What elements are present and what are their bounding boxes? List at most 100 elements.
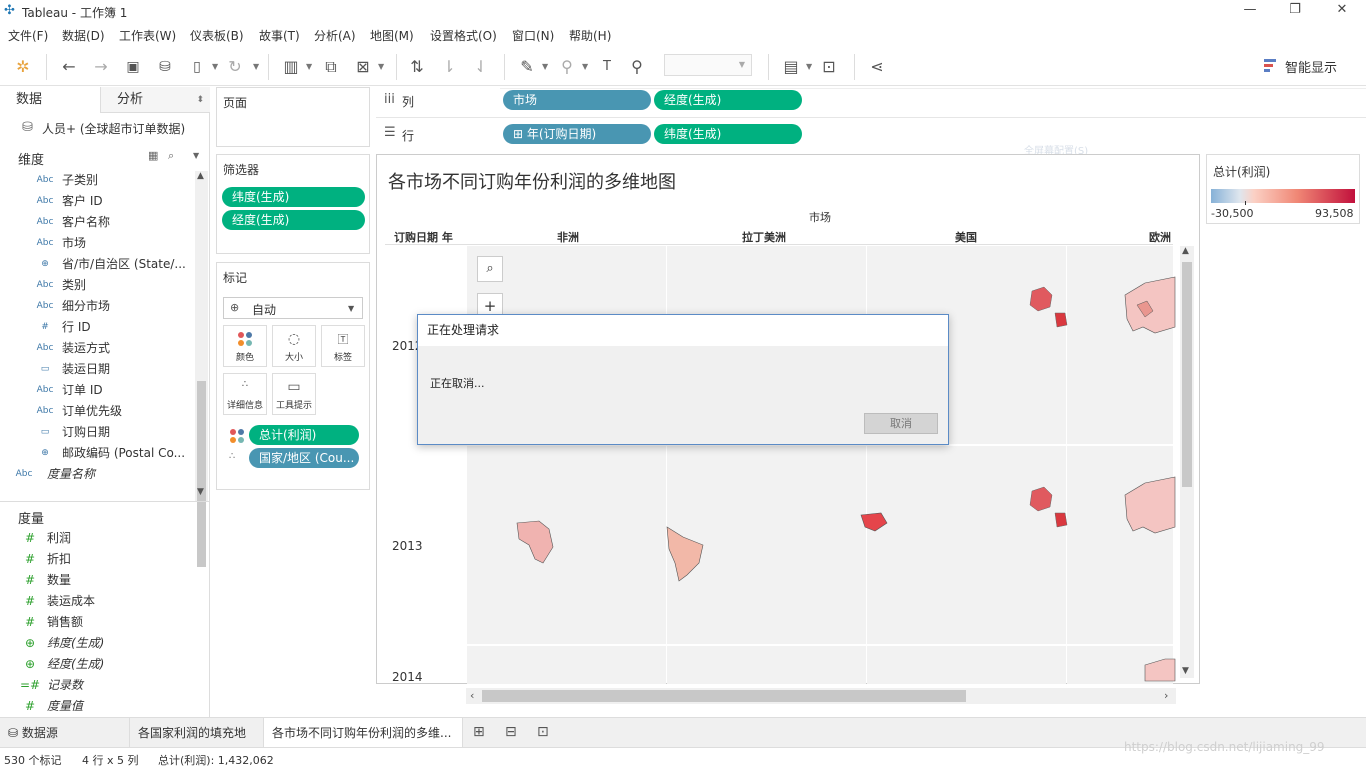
- tableau-home-icon[interactable]: ✲: [12, 56, 34, 78]
- scrollbar-thumb[interactable]: [197, 381, 206, 567]
- menu-story[interactable]: 故事(T): [259, 27, 300, 44]
- tab-sheet-1[interactable]: 各国家利润的填充地图: [129, 718, 262, 768]
- dimension-field[interactable]: ▭ 订购日期: [0, 422, 195, 443]
- menu-format[interactable]: 设置格式(O): [430, 27, 497, 44]
- filter-pill-longitude[interactable]: 经度(生成): [222, 210, 365, 230]
- measure-field[interactable]: # 销售额: [0, 612, 195, 633]
- new-datasource-icon[interactable]: ⛁: [154, 56, 176, 78]
- new-worksheet-icon[interactable]: ⊞: [473, 724, 485, 740]
- dimensions-scrollbar[interactable]: ▲ ▼: [195, 171, 208, 567]
- menu-dashboard[interactable]: 仪表板(B): [190, 27, 244, 44]
- search-icon[interactable]: ⌕: [168, 149, 174, 163]
- dimension-field[interactable]: # 行 ID: [0, 317, 195, 338]
- scroll-up-icon[interactable]: ▲: [1182, 246, 1189, 256]
- group-members-icon[interactable]: ⚲: [556, 56, 578, 78]
- pages-card[interactable]: 页面: [216, 87, 370, 147]
- dimension-field[interactable]: ⊕ 省/市/自治区 (State/...: [0, 254, 195, 275]
- chevron-down-icon[interactable]: ▼: [306, 62, 312, 71]
- tooltip-button[interactable]: ▭ 工具提示: [272, 373, 316, 415]
- minimize-button[interactable]: —: [1240, 2, 1260, 20]
- columns-pill-market[interactable]: 市场: [503, 90, 651, 110]
- chevron-down-icon[interactable]: ▼: [212, 62, 218, 71]
- tab-datasource[interactable]: ⛁ 数据源: [0, 718, 128, 748]
- dimension-field[interactable]: Abc 客户名称: [0, 212, 195, 233]
- chevron-down-icon[interactable]: ▼: [378, 62, 384, 71]
- pause-updates-icon[interactable]: ▯: [186, 56, 208, 78]
- datasource-name[interactable]: 人员+ (全球超市订单数据): [42, 120, 185, 137]
- dimension-field[interactable]: Abc 订单 ID: [0, 380, 195, 401]
- measure-field[interactable]: # 数量: [0, 570, 195, 591]
- measure-field[interactable]: ⊕ 纬度(生成): [0, 633, 195, 654]
- size-button[interactable]: ◌ 大小: [272, 325, 316, 367]
- filter-pill-latitude[interactable]: 纬度(生成): [222, 187, 365, 207]
- scroll-up-icon[interactable]: ▲: [197, 171, 204, 181]
- dimension-field[interactable]: Abc 类别: [0, 275, 195, 296]
- new-dashboard-icon[interactable]: ⊟: [505, 724, 517, 740]
- label-button[interactable]: 🅃 标签: [321, 325, 365, 367]
- menu-analysis[interactable]: 分析(A): [314, 27, 356, 44]
- columns-pill-longitude[interactable]: 经度(生成): [654, 90, 802, 110]
- menu-worksheet[interactable]: 工作表(W): [119, 27, 176, 44]
- rows-pill-order-year[interactable]: ⊞ 年(订购日期): [503, 124, 651, 144]
- chevron-down-icon[interactable]: ▼: [542, 62, 548, 71]
- show-labels-icon[interactable]: T: [596, 56, 618, 78]
- swap-rows-columns-icon[interactable]: ⇅: [406, 56, 428, 78]
- restore-button[interactable]: ❐: [1285, 2, 1305, 20]
- measure-field[interactable]: =# 记录数: [0, 675, 195, 696]
- duplicate-sheet-icon[interactable]: ⧉: [320, 56, 342, 78]
- fit-dropdown[interactable]: ▼: [664, 54, 752, 76]
- chevron-down-icon[interactable]: ▼: [193, 151, 199, 160]
- dimension-field[interactable]: ▭ 装运日期: [0, 359, 195, 380]
- close-button[interactable]: ✕: [1332, 2, 1352, 20]
- measure-names-field[interactable]: Abc 度量名称: [0, 464, 195, 485]
- mark-pill-profit[interactable]: 总计(利润): [249, 425, 359, 445]
- chevron-down-icon[interactable]: ▼: [806, 62, 812, 71]
- tab-data[interactable]: 数据: [0, 87, 100, 113]
- color-button[interactable]: 颜色: [223, 325, 267, 367]
- scrollbar-thumb[interactable]: [482, 690, 966, 702]
- detail-button[interactable]: ∴ 详细信息: [223, 373, 267, 415]
- sort-ascending-icon[interactable]: ⇂: [438, 56, 460, 78]
- horizontal-scrollbar[interactable]: ‹ ›: [466, 688, 1176, 704]
- dimension-field[interactable]: Abc 子类别: [0, 170, 195, 191]
- cancel-button[interactable]: 取消: [864, 413, 938, 434]
- highlight-icon[interactable]: ✎: [516, 56, 538, 78]
- filters-card[interactable]: 筛选器 纬度(生成) 经度(生成): [216, 154, 370, 254]
- menu-data[interactable]: 数据(D): [62, 27, 105, 44]
- measure-field[interactable]: # 装运成本: [0, 591, 195, 612]
- mark-pill-country[interactable]: 国家/地区 (Cou...: [249, 448, 359, 468]
- list-view-icon[interactable]: ▦: [148, 149, 158, 162]
- dimension-field[interactable]: ⊕ 邮政编码 (Postal Co...: [0, 443, 195, 464]
- scroll-right-icon[interactable]: ›: [1164, 689, 1168, 702]
- dimension-field[interactable]: Abc 细分市场: [0, 296, 195, 317]
- new-worksheet-icon[interactable]: ▥: [280, 56, 302, 78]
- scrollbar-thumb[interactable]: [1182, 262, 1192, 487]
- dimension-field[interactable]: Abc 市场: [0, 233, 195, 254]
- undo-icon[interactable]: ←: [58, 56, 80, 78]
- scroll-down-icon[interactable]: ▼: [1182, 666, 1189, 676]
- redo-icon[interactable]: →: [90, 56, 112, 78]
- dimension-field[interactable]: Abc 装运方式: [0, 338, 195, 359]
- save-icon[interactable]: ▣: [122, 56, 144, 78]
- measure-field[interactable]: # 度量值: [0, 696, 195, 717]
- menu-map[interactable]: 地图(M): [370, 27, 414, 44]
- color-legend[interactable]: 总计(利润) -30,500 93,508: [1206, 154, 1360, 224]
- dimension-field[interactable]: Abc 订单优先级: [0, 401, 195, 422]
- measure-field[interactable]: ⊕ 经度(生成): [0, 654, 195, 675]
- rows-pill-latitude[interactable]: 纬度(生成): [654, 124, 802, 144]
- menu-help[interactable]: 帮助(H): [569, 27, 611, 44]
- dimension-field[interactable]: Abc 客户 ID: [0, 191, 195, 212]
- scroll-left-icon[interactable]: ‹: [470, 689, 474, 702]
- sort-descending-icon[interactable]: ⇃: [470, 56, 492, 78]
- clear-sheet-icon[interactable]: ⊠: [352, 56, 374, 78]
- chevron-down-icon[interactable]: ▼: [582, 62, 588, 71]
- scroll-down-icon[interactable]: ▼: [197, 487, 204, 497]
- presentation-mode-icon[interactable]: ⊡: [818, 56, 840, 78]
- menu-window[interactable]: 窗口(N): [512, 27, 554, 44]
- fix-axes-icon[interactable]: ⚲: [626, 56, 648, 78]
- vertical-scrollbar[interactable]: ▲ ▼: [1180, 246, 1194, 678]
- measure-field[interactable]: # 利润: [0, 528, 195, 549]
- menu-file[interactable]: 文件(F): [8, 27, 48, 44]
- refresh-icon[interactable]: ↻: [224, 56, 246, 78]
- measure-field[interactable]: # 折扣: [0, 549, 195, 570]
